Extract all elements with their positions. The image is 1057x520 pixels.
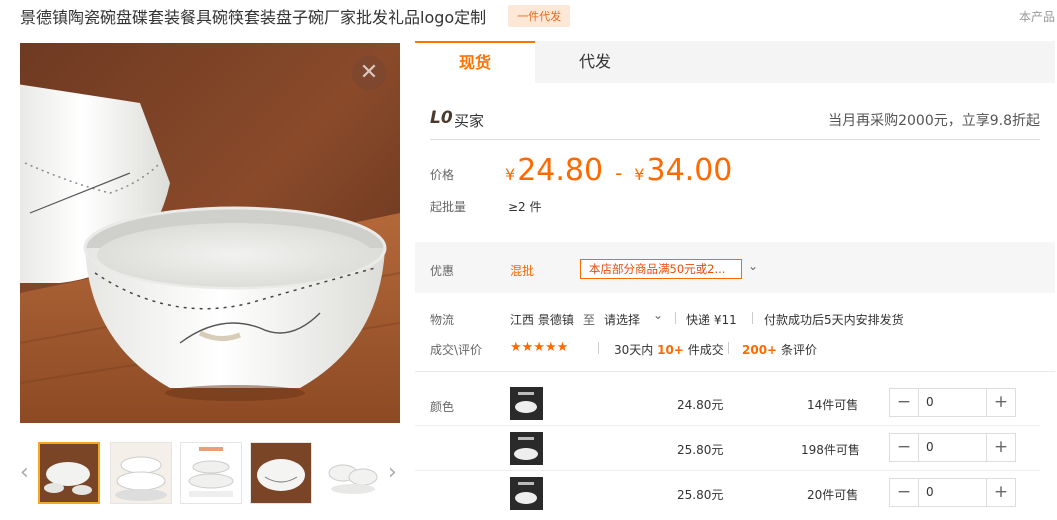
sku-price: 25.80元 (677, 443, 724, 457)
quantity-input[interactable]: 0 (919, 434, 986, 461)
increment-button[interactable]: + (986, 389, 1015, 416)
sku-stock: 198件可售 (801, 443, 860, 457)
sku-image (510, 477, 543, 510)
sold-suffix: 件成交 (687, 343, 724, 357)
purchase-tabs: 现货 代发 (415, 41, 1055, 83)
thumbnail[interactable] (320, 442, 382, 504)
buyer-level-badge: L0 (430, 108, 453, 128)
chevron-down-icon[interactable]: ⌄ (653, 308, 663, 322)
increment-button[interactable]: + (986, 479, 1015, 506)
decrement-button[interactable]: − (890, 389, 919, 416)
quantity-stepper: − 0 + (889, 433, 1016, 462)
decrement-button[interactable]: − (890, 434, 919, 461)
review-count-row[interactable]: 200+ 条评价 (742, 341, 817, 358)
sku-image (510, 432, 543, 465)
mix-batch-link[interactable]: 混批 (510, 262, 534, 279)
thumbnail-image (111, 443, 171, 503)
main-product-image[interactable] (20, 43, 400, 423)
currency-symbol: ¥ (505, 165, 516, 184)
express-fee: 快递 ¥11 (686, 313, 737, 327)
sku-stock: 14件可售 (807, 398, 859, 412)
thumb-next-icon[interactable]: › (388, 460, 397, 485)
sku-price: 24.80元 (677, 398, 724, 412)
sku-thumbnail[interactable] (510, 432, 543, 465)
review-suffix: 条评价 (780, 343, 817, 357)
thumbnail[interactable] (250, 442, 312, 504)
decrement-button[interactable]: − (890, 479, 919, 506)
price-high: 34.00 (646, 153, 733, 188)
sku-image (510, 387, 543, 420)
coupon-badge[interactable]: 本店部分商品满50元或2... (580, 259, 742, 279)
tab-spot[interactable]: 现货 (415, 41, 535, 83)
sku-row: 25.80元 20件可售 − 0 + (415, 471, 1040, 516)
quantity-input[interactable]: 0 (919, 479, 986, 506)
close-icon[interactable]: ✕ (352, 56, 386, 90)
section-divider (415, 371, 1055, 372)
product-header: 景德镇陶瓷碗盘碟套装餐具碗筷套装盘子碗厂家批发礼品logo定制 一件代发 (20, 0, 571, 32)
thumbnail-image (321, 443, 381, 503)
dropship-tag: 一件代发 (508, 5, 571, 27)
chevron-down-icon[interactable]: ⌄ (748, 259, 758, 273)
price-dash: - (615, 161, 623, 185)
increment-button[interactable]: + (986, 434, 1015, 461)
thumbnail-image (40, 444, 98, 502)
thumbnail-image (181, 443, 241, 503)
ship-note: 付款成功后5天内安排发货 (764, 313, 904, 327)
thumbnail[interactable] (180, 442, 242, 504)
discount-label: 优惠 (430, 264, 455, 278)
buyer-label: 买家 (454, 112, 485, 130)
price-label: 价格 (430, 168, 455, 182)
thumbnail-strip: ‹ › (20, 440, 405, 510)
sold-prefix: 30天内 (614, 343, 654, 357)
sold-count-row: 30天内 10+ 件成交 (614, 341, 724, 358)
sku-row: 24.80元 14件可售 − 0 + (415, 381, 1040, 426)
thumbnail[interactable] (110, 442, 172, 504)
divider (752, 312, 753, 324)
reviews-label: 成交\评价 (430, 343, 483, 357)
currency-symbol: ¥ (634, 165, 645, 184)
price-range: ¥ 24.80 - ¥ 34.00 (505, 153, 732, 188)
logistics-label: 物流 (430, 313, 455, 327)
quantity-input[interactable]: 0 (919, 389, 986, 416)
sku-price: 25.80元 (677, 488, 724, 502)
destination-select[interactable]: 请选择 (604, 311, 640, 328)
moq-value: ≥2 件 (508, 200, 542, 214)
quantity-stepper: − 0 + (889, 388, 1016, 417)
sku-stock: 20件可售 (807, 488, 859, 502)
ship-to-label: 至 (583, 313, 596, 327)
discount-row: 优惠 混批 本店部分商品满50元或2... ⌄ (415, 242, 1055, 293)
ship-origin: 江西 景德镇 (510, 313, 574, 327)
thumb-prev-icon[interactable]: ‹ (20, 460, 29, 485)
sku-row: 25.80元 198件可售 − 0 + (415, 426, 1040, 471)
divider (728, 342, 729, 354)
divider (598, 342, 599, 354)
divider (675, 312, 676, 324)
price-low: 24.80 (517, 153, 604, 188)
bowl-photo (20, 43, 400, 423)
thumbnail-image (251, 443, 311, 503)
quantity-stepper: − 0 + (889, 478, 1016, 507)
buyer-promo[interactable]: 当月再采购2000元，立享9.8折起 (828, 110, 1040, 130)
review-count: 200+ (742, 343, 778, 357)
moq-label: 起批量 (430, 200, 467, 214)
buyer-level-row: L0 买家 当月再采购2000元，立享9.8折起 (430, 102, 1040, 140)
star-rating: ★★★★★ (510, 340, 569, 355)
tab-dropship[interactable]: 代发 (535, 41, 655, 83)
product-title: 景德镇陶瓷碗盘碟套装餐具碗筷套装盘子碗厂家批发礼品logo定制 (20, 8, 487, 27)
sold-count: 10+ (657, 343, 684, 357)
corner-note[interactable]: 本产品 (1019, 8, 1055, 25)
thumbnail[interactable] (38, 442, 100, 504)
sku-thumbnail[interactable] (510, 477, 543, 510)
sku-thumbnail[interactable] (510, 387, 543, 420)
